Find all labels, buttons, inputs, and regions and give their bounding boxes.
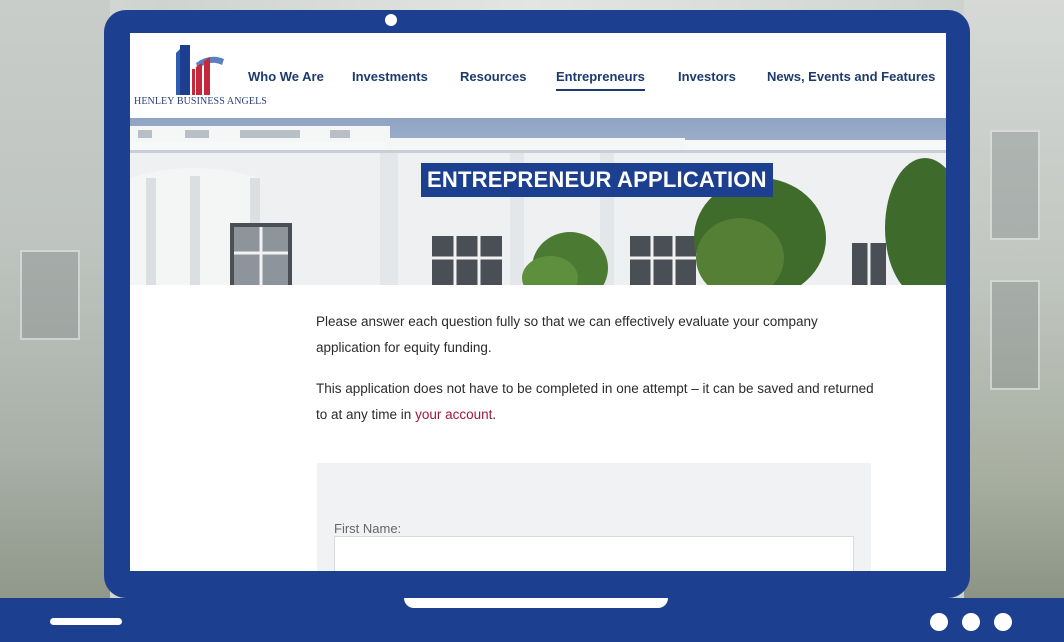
- hero-banner: ENTREPRENEUR APPLICATION: [130, 118, 946, 285]
- background-window: [990, 280, 1040, 390]
- save-info-text: This application does not have to be com…: [316, 381, 874, 422]
- nav-news-events-features[interactable]: News, Events and Features: [767, 69, 935, 84]
- laptop-indicator-dot: [930, 613, 948, 631]
- save-info-end: .: [492, 407, 497, 422]
- webcam-dot: [385, 14, 397, 26]
- save-info-paragraph: This application does not have to be com…: [316, 376, 876, 428]
- first-name-input[interactable]: [334, 536, 854, 571]
- nav-who-we-are[interactable]: Who We Are: [248, 69, 324, 84]
- nav-entrepreneurs[interactable]: Entrepreneurs: [556, 69, 645, 91]
- background-window: [990, 130, 1040, 240]
- page-title: ENTREPRENEUR APPLICATION: [421, 163, 773, 197]
- nav-resources[interactable]: Resources: [460, 69, 526, 84]
- laptop-indicator-dot: [994, 613, 1012, 631]
- nav-investments[interactable]: Investments: [352, 69, 428, 84]
- logo-text[interactable]: HENLEY BUSINESS ANGELS: [134, 96, 267, 107]
- first-name-label: First Name:: [334, 521, 402, 536]
- background-window: [20, 250, 80, 340]
- laptop-indicator-dot: [962, 613, 980, 631]
- mansion-illustration: [130, 126, 946, 285]
- laptop-base-slot: [50, 618, 122, 625]
- browser-screen: HENLEY BUSINESS ANGELS Who We Are Invest…: [130, 33, 946, 571]
- henley-logo-icon[interactable]: [176, 45, 236, 95]
- your-account-link[interactable]: your account: [415, 407, 492, 422]
- laptop-notch: [404, 598, 668, 608]
- site-header: HENLEY BUSINESS ANGELS Who We Are Invest…: [130, 33, 946, 118]
- intro-paragraph: Please answer each question fully so tha…: [316, 314, 818, 355]
- nav-investors[interactable]: Investors: [678, 69, 736, 84]
- application-form: First Name:: [317, 463, 871, 571]
